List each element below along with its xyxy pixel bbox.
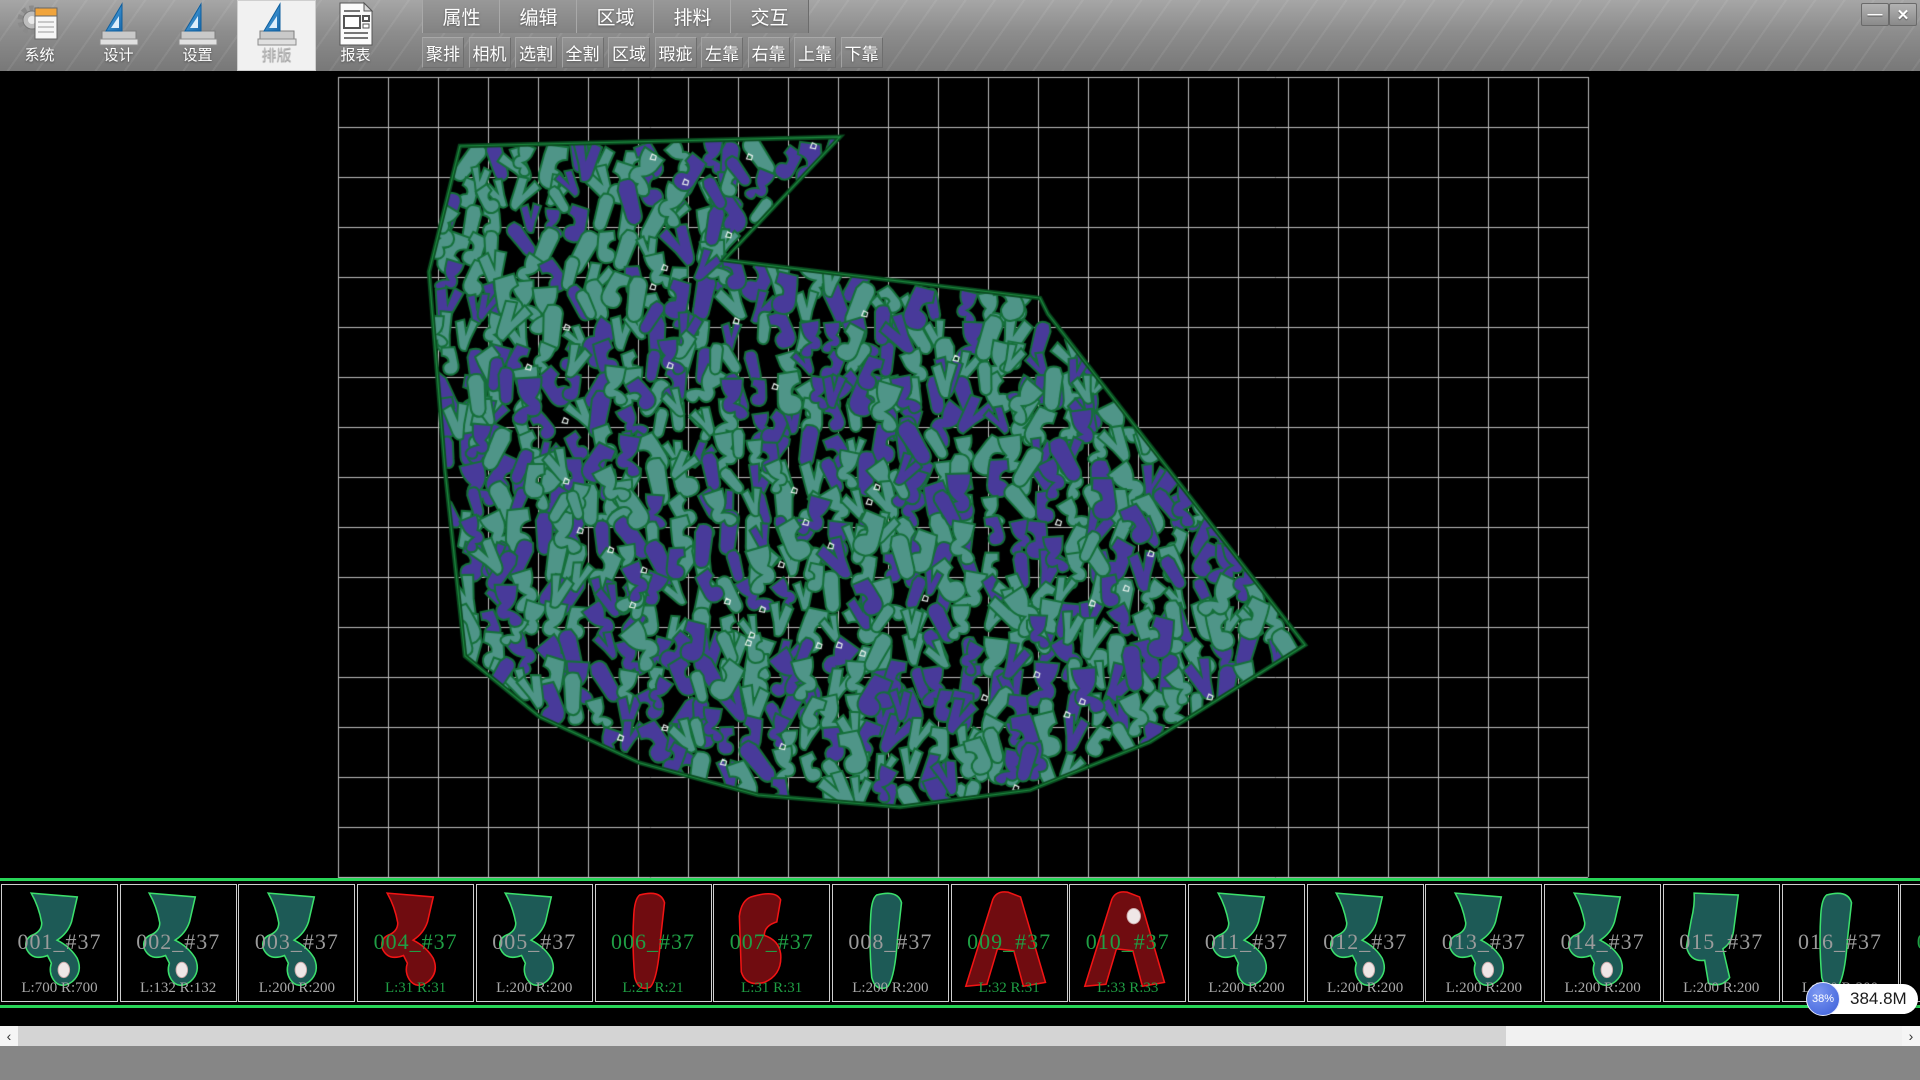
piece-thumbnail-013[interactable]: 013_#37 L:200 R:200 [1425,884,1542,1002]
piece-id-label: 010_#37 [1070,929,1185,955]
system-gear-icon [17,1,63,47]
nav-button-label: 设置 [182,47,212,65]
piece-lr-label: L:200 R:200 [1664,980,1779,997]
piece-thumbnail-014[interactable]: 014_#37 L:200 R:200 [1544,884,1661,1002]
piece-thumbnail-008[interactable]: 008_#37 L:200 R:200 [832,884,949,1002]
toolbar-button-1[interactable]: 聚排 [422,37,464,68]
toolbar-button-3[interactable]: 选割 [515,37,557,68]
piece-id-label: 007_#37 [714,929,829,955]
piece-thumbnail-009[interactable]: 009_#37 L:32 R:31 [951,884,1068,1002]
piece-id-label: 009_#37 [952,929,1067,955]
piece-thumbnail-005[interactable]: 005_#37 L:200 R:200 [476,884,593,1002]
menu-item-1[interactable]: 属性 [422,0,501,33]
piece-lr-label: L:32 R:31 [952,980,1067,997]
piece-id-label: 001_#37 [2,929,117,955]
piece-thumbnail-003[interactable]: 003_#37 L:200 R:200 [238,884,355,1002]
piece-thumbnail-002[interactable]: 002_#37 L:132 R:132 [120,884,237,1002]
nav-button-1[interactable]: 系统 [0,0,79,71]
nav-button-4[interactable]: 排版 [237,0,316,71]
piece-thumbnail-007[interactable]: 007_#37 L:31 R:31 [713,884,830,1002]
piece-lr-label: L:200 R:200 [1308,980,1423,997]
toolbar-button-10[interactable]: 下靠 [841,37,883,68]
piece-lr-label: L:31 R:31 [714,980,829,997]
progress-circle: 38% [1806,982,1840,1016]
toolbar-button-6[interactable]: 瑕疵 [655,37,697,68]
piece-id-label: 015_#37 [1664,929,1779,955]
statusbar [0,1046,1920,1080]
titlebar-toolbar: 系统设计设置排版报表 属性编辑区域排料交互 聚排相机选割全割区域瑕疵左靠右靠上靠… [0,0,1920,72]
piece-id-label: 013_#37 [1426,929,1541,955]
horizontal-scrollbar[interactable]: ‹ › [0,1026,1920,1046]
piece-lr-label: L:700 R:700 [2,980,117,997]
report-icon [334,1,378,47]
piece-thumbnail-011[interactable]: 011_#37 L:200 R:200 [1188,884,1305,1002]
minimize-button[interactable]: — [1861,3,1889,26]
piece-id-label: 012_#37 [1308,929,1423,955]
menu-item-3[interactable]: 区域 [576,0,655,33]
memory-value: 384.8M [1850,984,1916,1014]
piece-id-label: 004_#37 [358,929,473,955]
piece-thumbnail-001[interactable]: 001_#37 L:700 R:700 [1,884,118,1002]
close-button[interactable]: ✕ [1889,3,1917,26]
piece-id-label: 005_#37 [477,929,592,955]
nav-button-label: 排版 [261,47,291,65]
toolbar-button-9[interactable]: 上靠 [794,37,836,68]
piece-id-label: 017_#37 [1901,929,1920,955]
menu-item-2[interactable]: 编辑 [499,0,578,33]
piece-lr-label: L:21 R:21 [596,980,711,997]
nav-button-5[interactable]: 报表 [316,0,395,71]
piece-thumbnail-004[interactable]: 004_#37 L:31 R:31 [357,884,474,1002]
piece-lr-label: L:200 R:200 [239,980,354,997]
nesting-canvas[interactable] [0,71,1920,878]
piece-thumbnail-010[interactable]: 010_#37 L:33 R:33 [1069,884,1186,1002]
piece-thumbnail-012[interactable]: 012_#37 L:200 R:200 [1307,884,1424,1002]
piece-thumbnail-006[interactable]: 006_#37 L:21 R:21 [595,884,712,1002]
piece-thumbnail-015[interactable]: 015_#37 L:200 R:200 [1663,884,1780,1002]
toolbar-button-5[interactable]: 区域 [608,37,650,68]
ruler-icon [99,1,139,47]
toolbar-button-8[interactable]: 右靠 [748,37,790,68]
piece-lr-label: L:200 R:200 [833,980,948,997]
ruler-icon [178,1,218,47]
scroll-left-arrow-icon[interactable]: ‹ [0,1026,18,1046]
nav-button-2[interactable]: 设计 [79,0,158,71]
piece-strip: 001_#37L:700 R:700002_#37L:132 R:132003_… [0,878,1920,1008]
scrollbar-thumb[interactable] [18,1026,1506,1046]
scroll-right-arrow-icon[interactable]: › [1902,1026,1920,1046]
piece-id-label: 003_#37 [239,929,354,955]
memory-status-badge: 38% 384.8M [1806,982,1920,1016]
piece-lr-label: L:200 R:200 [1426,980,1541,997]
nav-button-label: 报表 [340,47,370,65]
piece-id-label: 006_#37 [596,929,711,955]
piece-id-label: 016_#37 [1783,929,1898,955]
menu-item-5[interactable]: 交互 [730,0,809,33]
piece-lr-label: L:33 R:33 [1070,980,1185,997]
application-window: 系统设计设置排版报表 属性编辑区域排料交互 聚排相机选割全割区域瑕疵左靠右靠上靠… [0,0,1920,1080]
piece-lr-label: L:200 R:200 [1189,980,1304,997]
piece-lr-label: L:200 R:200 [477,980,592,997]
toolbar-button-2[interactable]: 相机 [469,37,511,68]
toolbar-button-7[interactable]: 左靠 [701,37,743,68]
piece-id-label: 011_#37 [1189,929,1304,955]
nav-button-label: 系统 [24,47,54,65]
piece-lr-label: L:132 R:132 [121,980,236,997]
piece-id-label: 014_#37 [1545,929,1660,955]
piece-lr-label: L:200 R:200 [1545,980,1660,997]
nav-button-3[interactable]: 设置 [158,0,237,71]
nesting-workspace[interactable] [0,71,1920,878]
toolbar-button-4[interactable]: 全割 [562,37,604,68]
piece-id-label: 002_#37 [121,929,236,955]
piece-id-label: 008_#37 [833,929,948,955]
piece-lr-label: L:31 R:31 [358,980,473,997]
menu-item-4[interactable]: 排料 [653,0,732,33]
ruler-icon [257,1,297,47]
nav-button-label: 设计 [103,47,133,65]
